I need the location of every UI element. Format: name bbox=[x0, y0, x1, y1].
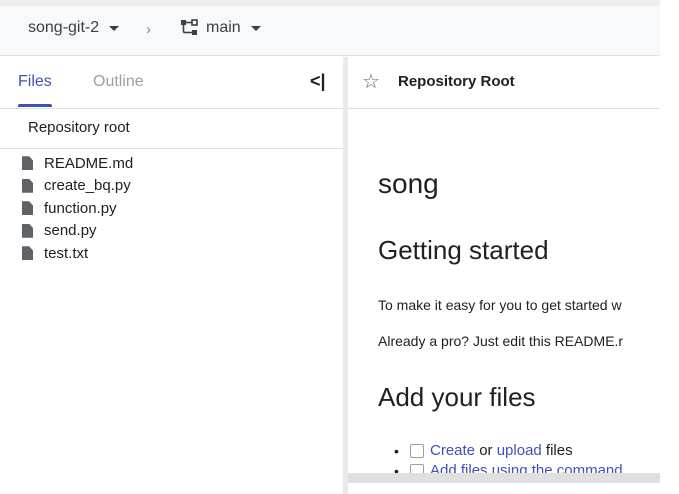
readme-pane: ☆ Repository Root song Getting started T… bbox=[348, 57, 660, 473]
file-name: test.txt bbox=[44, 244, 89, 262]
sidebar-tabs: Files Outline <| bbox=[0, 57, 343, 109]
file-icon bbox=[22, 156, 33, 171]
file-name: function.py bbox=[44, 199, 117, 217]
file-sidebar: Files Outline <| Repository root README.… bbox=[0, 57, 343, 494]
active-tab-indicator bbox=[18, 104, 52, 107]
paragraph: To make it easy for you to get started w bbox=[378, 297, 622, 313]
collapse-sidebar-icon[interactable]: <| bbox=[310, 71, 326, 92]
paragraph: Already a pro? Just edit this README.r bbox=[378, 333, 624, 349]
branch-name: main bbox=[206, 19, 241, 36]
bottom-gutter bbox=[348, 483, 660, 494]
chevron-down-icon bbox=[109, 25, 120, 31]
file-icon bbox=[22, 178, 33, 193]
file-name: README.md bbox=[44, 154, 134, 172]
chevron-down-icon bbox=[250, 25, 261, 31]
checkbox[interactable] bbox=[410, 463, 424, 473]
bullet: • bbox=[394, 462, 399, 474]
branch-icon bbox=[181, 19, 198, 35]
top-bar: song-git-2 › main bbox=[0, 0, 660, 56]
star-icon[interactable]: ☆ bbox=[362, 69, 380, 94]
bullet: • bbox=[394, 442, 399, 459]
file-icon bbox=[22, 201, 33, 216]
add-files-link[interactable]: Add files using the command bbox=[430, 462, 623, 473]
divider bbox=[0, 148, 343, 149]
checkbox[interactable] bbox=[410, 443, 424, 458]
file-name: send.py bbox=[44, 222, 97, 240]
branch-selector[interactable]: main bbox=[180, 19, 261, 37]
section-heading-getting-started: Getting started bbox=[378, 235, 549, 265]
upload-link[interactable]: upload bbox=[497, 442, 542, 459]
repo-selector[interactable]: song-git-2 bbox=[28, 19, 120, 37]
horizontal-scrollbar[interactable] bbox=[348, 473, 660, 483]
window-edge bbox=[660, 0, 679, 494]
repository-root-item[interactable]: Repository root bbox=[28, 119, 130, 136]
repo-name: song-git-2 bbox=[28, 19, 100, 36]
file-item-readme[interactable]: README.md bbox=[22, 152, 133, 175]
task-text: or bbox=[475, 442, 497, 459]
file-item-function[interactable]: function.py bbox=[22, 197, 133, 220]
pane-title: Repository Root bbox=[398, 73, 515, 90]
task-text: files bbox=[541, 442, 573, 459]
file-name: create_bq.py bbox=[44, 177, 131, 195]
file-item-send[interactable]: send.py bbox=[22, 220, 133, 243]
task-item: • Add files using the command bbox=[394, 462, 623, 473]
readme-title: song bbox=[378, 168, 439, 199]
file-item-test[interactable]: test.txt bbox=[22, 242, 133, 265]
file-item-create-bq[interactable]: create_bq.py bbox=[22, 175, 133, 198]
file-icon bbox=[22, 223, 33, 238]
section-heading-add-files: Add your files bbox=[378, 382, 536, 412]
pane-header: ☆ Repository Root bbox=[348, 57, 660, 109]
tab-outline[interactable]: Outline bbox=[93, 73, 144, 91]
create-link[interactable]: Create bbox=[430, 442, 475, 459]
file-list: README.md create_bq.py function.py send.… bbox=[22, 152, 133, 265]
task-item: • Create or upload files bbox=[394, 442, 573, 459]
file-icon bbox=[22, 246, 33, 261]
tab-files[interactable]: Files bbox=[18, 73, 52, 91]
breadcrumb-separator-icon: › bbox=[146, 21, 151, 38]
